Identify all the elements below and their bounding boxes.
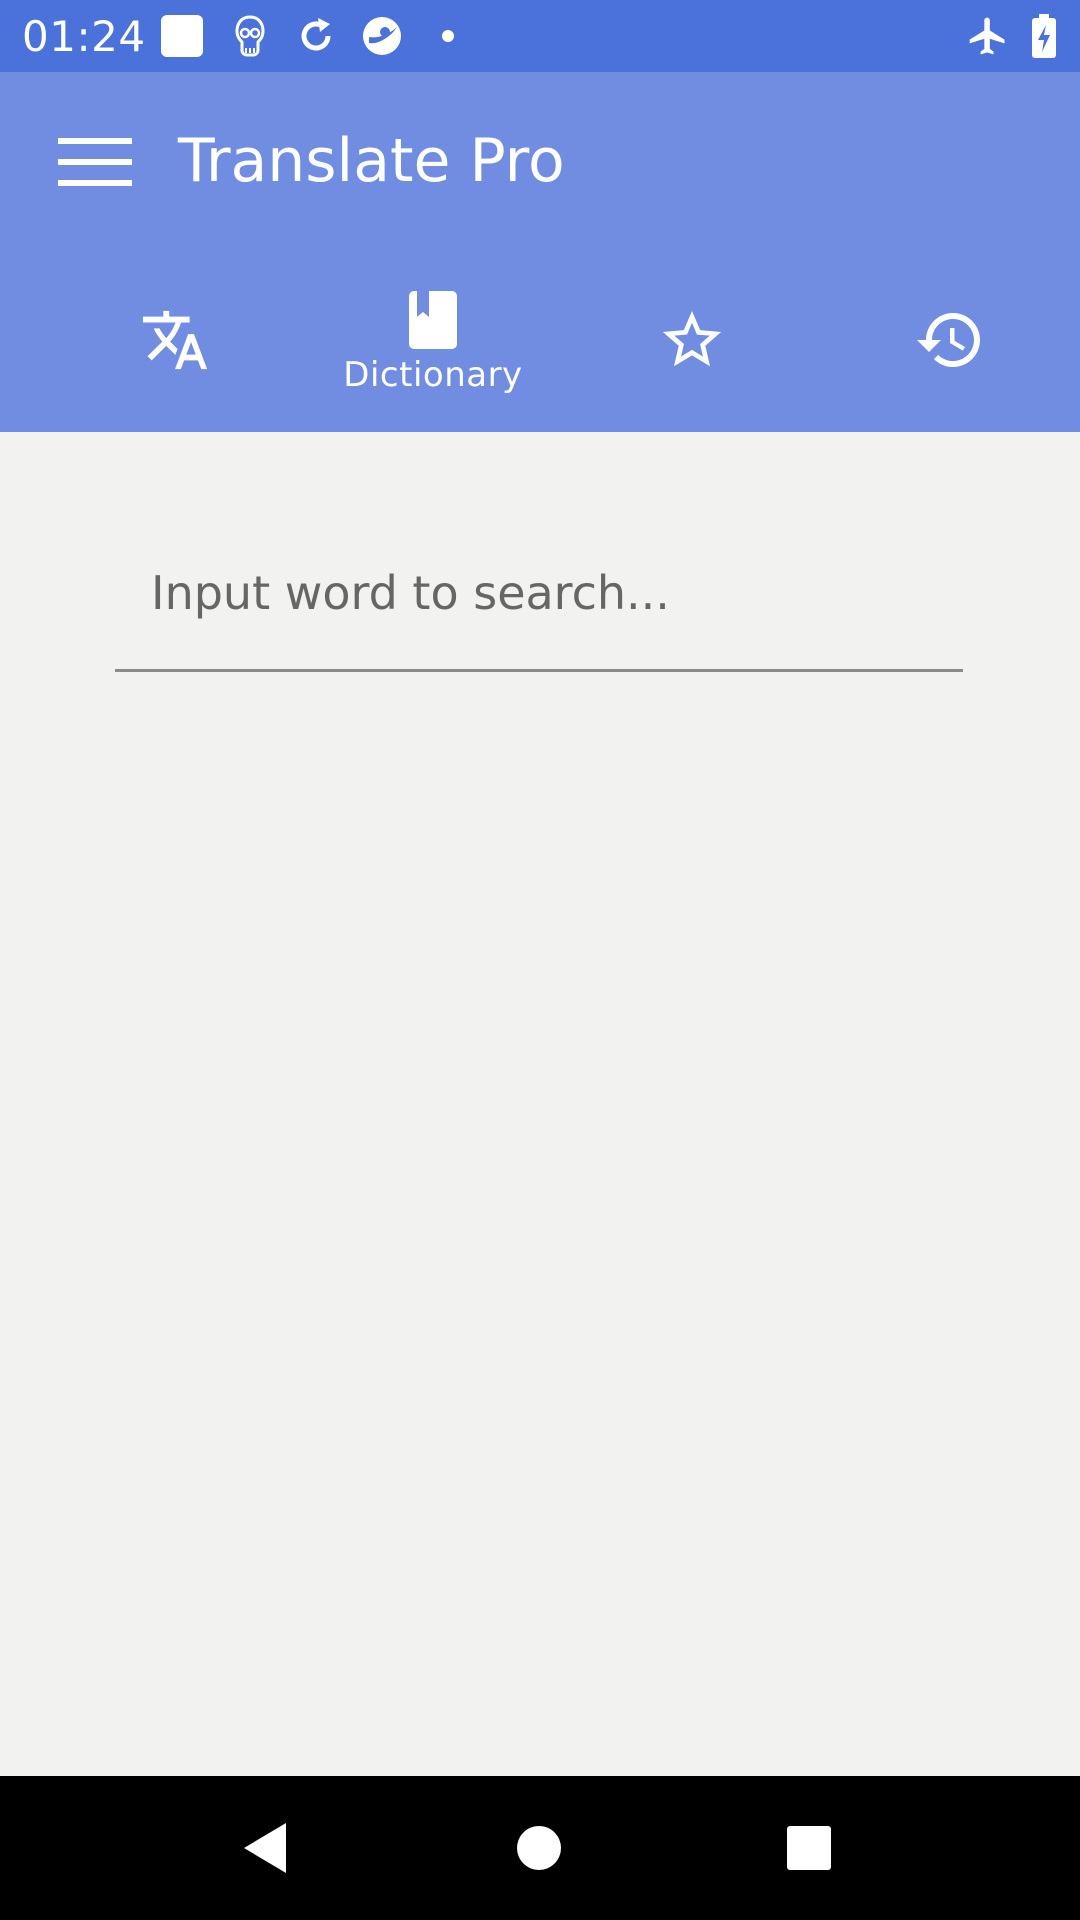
back-button[interactable] [215,1798,315,1898]
menu-button[interactable] [50,122,140,202]
back-icon [244,1823,286,1873]
square-notification-icon [158,12,206,60]
dictionary-content [0,432,1080,1776]
book-icon [409,291,457,349]
recents-icon [787,1826,831,1870]
tab-dictionary-label: Dictionary [343,355,523,395]
history-icon [917,313,980,367]
status-bar: 01:24 [0,0,1080,72]
home-button[interactable] [489,1798,589,1898]
home-icon [517,1826,561,1870]
tab-translate[interactable] [45,252,305,432]
tab-dictionary[interactable]: Dictionary [303,252,563,432]
translate-icon [142,310,208,370]
tab-favorites[interactable] [562,252,822,432]
sync-icon [292,12,340,60]
recents-button[interactable] [759,1798,859,1898]
search-field [115,532,963,672]
dot-icon [424,12,472,60]
skull-icon [226,12,274,60]
app-title: Translate Pro [178,126,565,196]
airplane-mode-icon [964,12,1012,60]
hamburger-menu-icon [58,138,132,186]
browser-icon [358,12,406,60]
tab-history[interactable] [820,252,1080,432]
status-time: 01:24 [22,12,146,61]
battery-charging-icon [1020,12,1068,60]
star-outline-icon [662,310,722,367]
system-nav-bar [0,1776,1080,1920]
app-bar: Translate Pro Dictionary [0,72,1080,432]
search-input[interactable] [115,532,963,669]
